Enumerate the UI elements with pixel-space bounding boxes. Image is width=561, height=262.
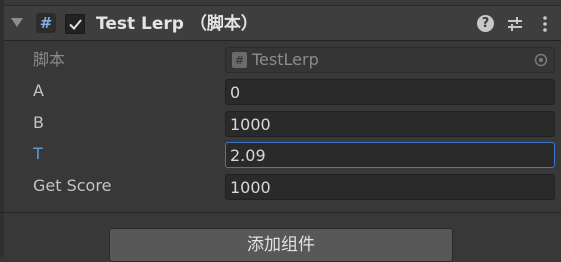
property-row-get-score: Get Score xyxy=(0,171,561,201)
inspector-panel: # Test Lerp （脚本） ? 脚本 # TestLerp A 0 B 1… xyxy=(0,0,561,262)
help-icon[interactable]: ? xyxy=(477,15,494,32)
get-score-field[interactable] xyxy=(225,174,555,200)
presets-icon[interactable] xyxy=(506,15,524,33)
property-label: B xyxy=(33,113,44,132)
property-label: A xyxy=(33,81,44,100)
property-label: Get Score xyxy=(33,176,112,195)
more-options-icon[interactable] xyxy=(536,15,554,33)
property-row-script: 脚本 # TestLerp xyxy=(0,45,561,75)
property-label: 脚本 xyxy=(33,50,66,69)
script-asset-icon: # xyxy=(232,52,247,68)
foldout-arrow-icon[interactable] xyxy=(11,18,23,27)
script-icon: # xyxy=(36,13,56,33)
property-label: T xyxy=(33,144,43,163)
checkmark-icon xyxy=(69,19,82,30)
script-name: TestLerp xyxy=(252,50,319,69)
a-field[interactable] xyxy=(225,79,555,105)
property-row-b: B xyxy=(0,108,561,138)
property-row-a: A xyxy=(0,76,561,106)
property-row-t: T xyxy=(0,139,561,169)
script-object-field: # TestLerp xyxy=(225,47,555,73)
object-picker-icon[interactable] xyxy=(534,53,548,67)
divider xyxy=(0,212,561,213)
b-field[interactable] xyxy=(225,111,555,137)
t-field[interactable] xyxy=(225,142,555,168)
component-header[interactable]: # Test Lerp （脚本） ? xyxy=(4,5,561,41)
component-enabled-checkbox[interactable] xyxy=(65,14,85,34)
component-title: Test Lerp （脚本） xyxy=(96,14,258,34)
